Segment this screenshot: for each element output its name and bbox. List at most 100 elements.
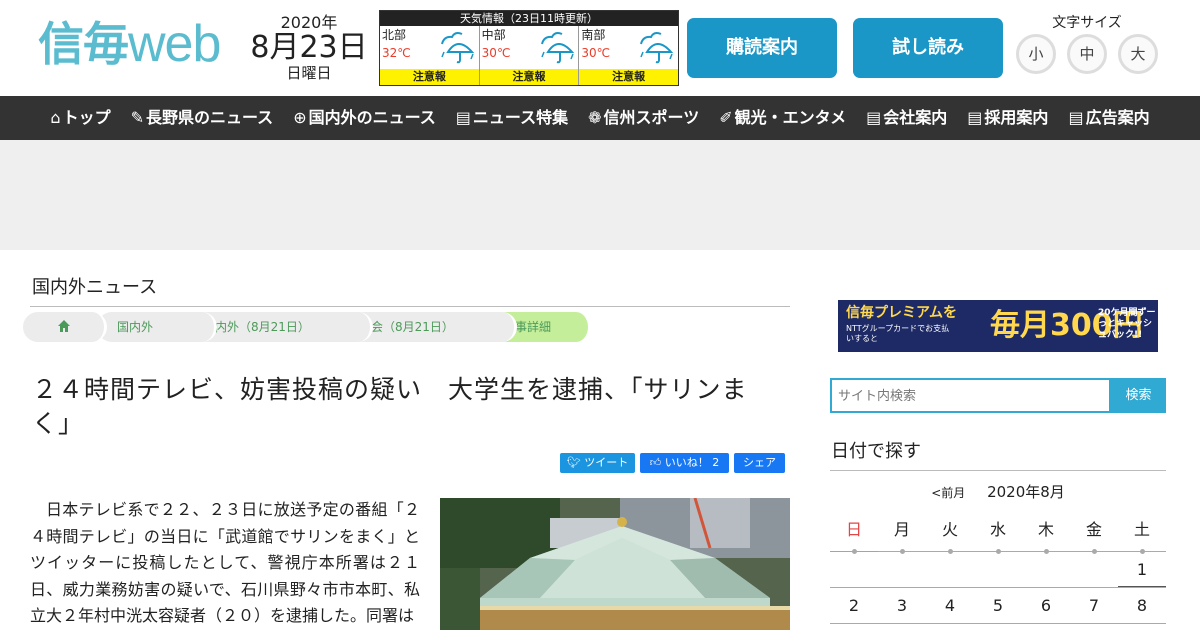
calendar: 日 月 火 水 木 金 土 1 2 3 4 5 6 7 8 [830, 516, 1166, 624]
nav-item-features[interactable]: ▤ ニュース特集 [446, 96, 578, 140]
font-size-small-button[interactable]: 小 [1016, 34, 1056, 74]
weather-temp: 32℃ [382, 46, 411, 60]
rain-umbrella-icon [640, 32, 674, 64]
breadcrumb-item[interactable]: 国内外 [97, 312, 217, 342]
prev-month-link[interactable]: <前月 [931, 486, 965, 500]
divider [30, 306, 790, 307]
nav-label: 国内外のニュース [308, 108, 436, 127]
calendar-day[interactable]: 4 [926, 588, 974, 623]
weather-title: 天気情報（23日11時更新） [380, 11, 678, 26]
calendar-week-row: 1 [830, 552, 1166, 588]
weather-temp: 30℃ [581, 46, 611, 60]
nav-label: ニュース特集 [472, 108, 569, 127]
article-photo[interactable] [440, 498, 790, 630]
nav-item-advertising[interactable]: ▤ 広告案内 [1058, 96, 1159, 140]
nav-item-nagano[interactable]: ✎ 長野県のニュース [121, 96, 284, 140]
home-icon: ⌂ [50, 108, 61, 127]
weather-warning: 注意報 [479, 69, 579, 85]
site-search: 検索 [830, 378, 1166, 413]
weekday-label: 月 [878, 516, 926, 554]
calendar-day [926, 552, 974, 587]
font-size-large-button[interactable]: 大 [1118, 34, 1158, 74]
premium-ad-banner[interactable]: 信毎プレミアムを NTTグループカードでお支払いすると 毎月300円 20ケ月間… [838, 300, 1158, 352]
search-input[interactable] [830, 378, 1111, 413]
share-button[interactable]: シェア [734, 453, 785, 473]
document-icon: ▤ [455, 108, 471, 127]
search-button[interactable]: 検索 [1111, 378, 1166, 413]
calendar-day [974, 552, 1022, 587]
trial-read-button[interactable]: 試し読み [853, 18, 1003, 78]
list-icon: ▤ [1068, 108, 1084, 127]
date-weekday: 日曜日 [286, 64, 332, 82]
nav-label: 長野県のニュース [145, 108, 274, 127]
weather-widget[interactable]: 天気情報（23日11時更新） 北部 32℃ 注意報 中部 30℃ 注意報 南部 … [379, 10, 679, 86]
calendar-week-row: 2 3 4 5 6 7 8 [830, 588, 1166, 624]
nav-item-recruit[interactable]: ▤ 採用案内 [957, 96, 1058, 140]
weekday-label: 金 [1070, 516, 1118, 554]
section-title: 国内外ニュース [32, 277, 158, 298]
weather-central[interactable]: 中部 30℃ 注意報 [479, 26, 580, 85]
site-logo[interactable]: 信毎 web [38, 14, 221, 73]
calendar-day[interactable]: 8 [1118, 588, 1166, 623]
nav-label: 信州スポーツ [603, 108, 700, 127]
thumbs-up-icon: 👍︎ [649, 456, 665, 469]
subscribe-button[interactable]: 購読案内 [687, 18, 837, 78]
font-size-medium-button[interactable]: 中 [1067, 34, 1107, 74]
date-month-day: 8月23日 [250, 30, 368, 65]
nav-item-sports[interactable]: ❁ 信州スポーツ [578, 96, 709, 140]
nav-item-national[interactable]: ⊕ 国内外のニュース [283, 96, 446, 140]
calendar-day[interactable]: 5 [974, 588, 1022, 623]
nav-label: 会社案内 [883, 108, 948, 127]
calendar-day[interactable]: 1 [1118, 552, 1166, 587]
budokan-photo-image [440, 498, 790, 630]
twitter-icon: 🐦︎ [566, 456, 585, 469]
nav-item-top[interactable]: ⌂ トップ [40, 96, 120, 140]
nav-item-company[interactable]: ▤ 会社案内 [856, 96, 957, 140]
font-size-selector: 文字サイズ 小 中 大 [1012, 14, 1162, 74]
weather-south[interactable]: 南部 30℃ 注意報 [579, 26, 679, 85]
sports-icon: ❁ [588, 108, 602, 127]
weekday-label: 日 [830, 516, 878, 554]
calendar-day [830, 552, 878, 587]
pen-icon: ✎ [130, 108, 144, 127]
nav-label: 広告案内 [1085, 108, 1150, 127]
calendar-day[interactable]: 2 [830, 588, 878, 623]
like-label: いいね！ 2 [664, 456, 720, 469]
date-search-title: 日付で探す [831, 441, 921, 462]
list-icon: ▤ [967, 108, 983, 127]
calendar-day [1070, 552, 1118, 587]
weather-warning: 注意報 [380, 69, 479, 85]
like-button[interactable]: 👍︎ いいね！ 2 [640, 453, 729, 473]
logo-web: web [128, 15, 221, 73]
calendar-header: <前月 2020年8月 [830, 481, 1166, 504]
tweet-button[interactable]: 🐦︎ ツイート [560, 453, 635, 473]
calendar-day[interactable]: 3 [878, 588, 926, 623]
divider [830, 470, 1166, 471]
logo-kanji: 信毎 [38, 17, 129, 71]
article-headline: ２４時間テレビ、妨害投稿の疑い 大学生を逮捕、「サリンまく」 [32, 375, 748, 438]
current-date: 2020年 8月23日 日曜日 [250, 14, 368, 83]
banner-brand: 信毎プレミアムを [846, 305, 958, 321]
rain-umbrella-icon [540, 32, 574, 64]
weather-region: 南部 [581, 28, 606, 42]
ticket-icon: ✐ [719, 108, 733, 127]
weather-temp: 30℃ [481, 46, 511, 60]
weather-region: 中部 [481, 28, 506, 42]
home-icon [57, 320, 70, 332]
banner-sub: NTTグループカードでお支払いすると [846, 324, 950, 343]
font-size-label: 文字サイズ [1052, 15, 1122, 31]
weather-north[interactable]: 北部 32℃ 注意報 [380, 26, 480, 85]
calendar-day[interactable]: 6 [1022, 588, 1070, 623]
calendar-day [878, 552, 926, 587]
weekday-label: 土 [1118, 516, 1166, 554]
calendar-day [1022, 552, 1070, 587]
calendar-day[interactable]: 7 [1070, 588, 1118, 623]
rain-umbrella-icon [441, 32, 475, 64]
weather-warning: 注意報 [579, 69, 679, 85]
weather-region: 北部 [382, 28, 407, 42]
nav-item-entertainment[interactable]: ✐ 観光・エンタメ [709, 96, 856, 140]
nav-label: 観光・エンタメ [734, 108, 847, 127]
weekday-label: 水 [974, 516, 1022, 554]
breadcrumb-home[interactable] [23, 312, 107, 342]
list-icon: ▤ [866, 108, 882, 127]
